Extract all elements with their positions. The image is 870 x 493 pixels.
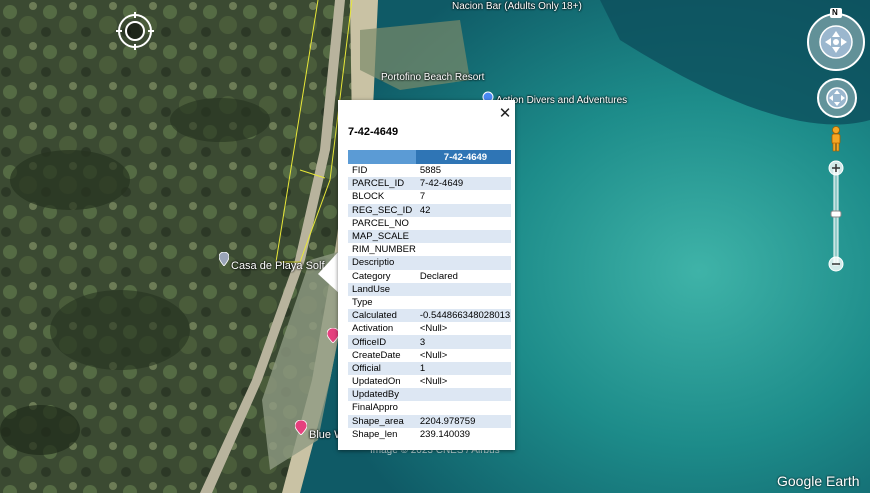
attribute-key: Shape_len [352,428,398,440]
table-row: Shape_area 2204.978759 [348,414,511,428]
popup-pointer [318,250,340,294]
attribute-key: MAP_SCALE [348,229,416,244]
table-row: MAP_SCALE [348,229,511,244]
attribute-value [415,282,511,296]
attribute-value [416,243,511,256]
attribute-value: 1 [415,361,511,375]
place-label-divers[interactable]: Action Divers and Adventures [496,95,627,106]
attribute-key: LandUse [348,282,416,296]
attribute-key: Type [352,296,373,308]
street-view-person-icon[interactable] [829,126,843,157]
table-row: OfficeID 3 [348,335,511,349]
table-row: FinalAppro [348,401,511,414]
crosshair-icon [116,12,154,55]
attribute-table: 7-42-4649 FID 5885 PARCEL_ID 7-42-4649 BLO… [348,150,511,441]
attribute-value: 5885 [419,165,442,177]
header-cell [348,150,416,164]
attribute-value [415,256,511,270]
table-row: Activation <Null> [348,322,511,335]
attribute-key: FID [352,165,368,177]
move-joystick[interactable] [816,77,858,124]
attribute-value: <Null> [419,349,448,361]
table-row: PARCEL_ID 7-42-4649 [348,177,511,191]
table-row: UpdatedBy [348,388,511,402]
attribute-key: Calculated [348,309,416,323]
zoom-slider[interactable] [828,160,844,279]
close-icon[interactable]: ✕ [498,106,512,121]
attribute-key: Category [352,270,391,282]
table-row: Category Declared [348,270,511,283]
attribute-key: PARCEL_ID [348,177,416,191]
location-pin-icon[interactable] [218,251,230,271]
attribute-value [416,401,511,414]
attribute-value: 7-42-4649 [415,177,511,191]
attribute-key: OfficeID [348,335,416,349]
header-cell: 7-42-4649 [415,150,511,164]
attribute-value [415,229,511,244]
attribute-value: 42 [415,203,511,217]
table-row: BLOCK 7 [348,190,511,203]
table-row: Calculated -0.544866348028013 [348,309,511,323]
table-row: LandUse [348,282,511,296]
hotel-pin-icon[interactable] [294,419,308,440]
table-row: Type [348,296,511,309]
table-row: UpdatedOn <Null> [348,375,511,388]
place-label-bar[interactable]: Nacion Bar (Adults Only 18+) [452,1,582,12]
table-header-row: 7-42-4649 [348,150,511,164]
table-row: Descriptio [348,256,511,270]
attribute-value: Declared [419,270,458,282]
compass-north-label: N [832,8,838,17]
attribute-value: 7 [419,191,426,203]
attribute-key: PARCEL_NO [352,217,409,229]
attribute-value: <Null> [419,323,448,335]
look-joystick[interactable] [806,8,866,77]
attribute-key: Descriptio [348,256,416,270]
attribute-value [416,217,511,230]
attribute-key: UpdatedBy [348,388,416,402]
attribute-key: Official [348,361,416,375]
popup-title: 7-42-4649 [348,126,399,138]
table-row: REG_SEC_ID 42 [348,203,511,217]
table-row: Shape_len 239.140039 [348,428,511,441]
google-earth-watermark: Google Earth [777,473,860,489]
table-row: FID 5885 [348,164,511,177]
table-row: CreateDate <Null> [348,349,511,362]
attribute-key: UpdatedOn [352,376,401,388]
attribute-key: RIM_NUMBER [352,244,416,256]
place-label-resort[interactable]: Portofino Beach Resort [381,72,484,83]
attribute-value: -0.544866348028013 [415,309,511,323]
attribute-key: FinalAppro [352,402,398,414]
attribute-key: CreateDate [352,349,401,361]
table-row: PARCEL_NO [348,217,511,230]
attribute-value: 3 [415,335,511,349]
attribute-value: 239.140039 [419,428,471,440]
table-row: Official 1 [348,361,511,375]
attribute-value [415,388,511,402]
attribute-value: 2204.978759 [415,414,511,428]
table-row: RIM_NUMBER [348,243,511,256]
attribute-key: REG_SEC_ID [348,203,416,217]
attribute-key: Activation [352,323,394,335]
attribute-value: <Null> [419,376,448,388]
attribute-key: BLOCK [352,191,385,203]
attribute-value [416,296,511,309]
place-label-casa[interactable]: Casa de Playa Solf [231,260,325,272]
feature-info-popup: ✕ 7-42-4649 7-42-4649 FID 5885 PARCEL_ID 7… [338,100,515,450]
attribute-key: Shape_area [348,414,416,428]
